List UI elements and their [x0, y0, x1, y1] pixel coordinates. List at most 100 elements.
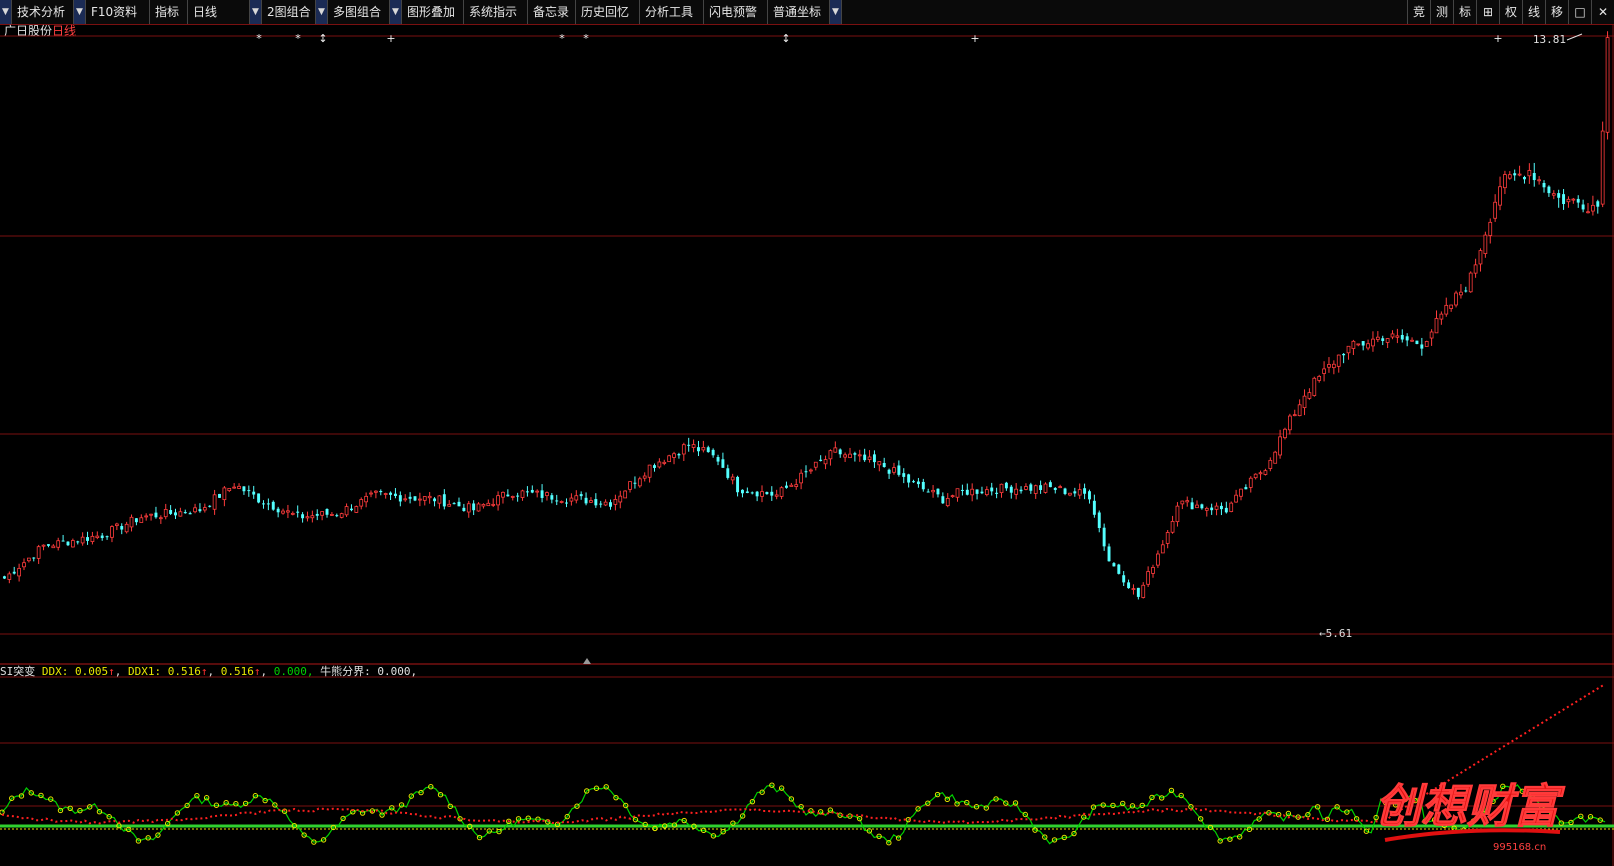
toolbar-item-13[interactable]: 普通坐标: [768, 0, 830, 24]
candle-body: [574, 495, 579, 501]
candle-body: [208, 505, 212, 507]
candle-body: [149, 513, 153, 516]
candle-body: [931, 489, 935, 493]
event-marker[interactable]: *: [256, 32, 262, 45]
candle-body: [212, 494, 217, 510]
toolbar-right-button-7[interactable]: 移: [1545, 0, 1568, 24]
candle-body: [1073, 491, 1077, 494]
toolbar-item-12[interactable]: 闪电预警: [704, 0, 768, 24]
candle-body: [506, 494, 510, 497]
candle-body: [17, 568, 21, 577]
toolbar-right-button-9[interactable]: ✕: [1591, 0, 1614, 24]
indicator-chart[interactable]: [0, 665, 1614, 866]
toolbar-item-8[interactable]: 系统指示: [464, 0, 528, 24]
candle-body: [569, 497, 574, 502]
toolbar-dropdown-arrow-icon[interactable]: ▼: [830, 0, 842, 24]
candle-body: [1586, 211, 1590, 214]
candle-body: [1141, 584, 1146, 598]
candle-body: [1464, 290, 1468, 292]
toolbar-item-11[interactable]: 分析工具: [640, 0, 704, 24]
candle-body: [129, 516, 134, 528]
toolbar-item-6[interactable]: 多图组合: [328, 0, 390, 24]
candle-body: [1331, 363, 1336, 369]
candle-body: [46, 544, 50, 546]
event-marker[interactable]: *: [295, 32, 301, 45]
candle-body: [120, 526, 124, 530]
candle-body: [848, 453, 852, 459]
toolbar-leading-arrow-icon[interactable]: ▼: [0, 0, 12, 24]
candle-body: [559, 501, 564, 503]
candle-body: [1547, 186, 1551, 194]
candle-body: [525, 491, 529, 493]
candle-body: [1248, 477, 1253, 488]
candle-body: [198, 509, 202, 512]
event-marker[interactable]: +: [386, 32, 395, 45]
cursor-triangle-icon: [583, 658, 591, 664]
toolbar-item-5[interactable]: 2图组合: [262, 0, 316, 24]
candle-body: [716, 457, 720, 462]
candle-body: [613, 499, 618, 505]
candle-body: [364, 495, 368, 503]
toolbar-right-button-8[interactable]: □: [1568, 0, 1591, 24]
toolbar-right-button-2[interactable]: 测: [1430, 0, 1453, 24]
event-marker[interactable]: *: [559, 32, 565, 45]
candle-body: [413, 496, 417, 501]
candle-body: [1127, 582, 1131, 589]
candle-body: [1039, 485, 1043, 491]
toolbar-right-button-5[interactable]: 权: [1499, 0, 1522, 24]
candle-body: [637, 478, 642, 487]
candle-body: [823, 459, 828, 465]
toolbar-item-7[interactable]: 图形叠加: [402, 0, 464, 24]
candle-body: [383, 493, 388, 495]
candle-body: [794, 484, 799, 487]
candle-body: [1131, 588, 1136, 590]
candle-body: [496, 495, 500, 506]
toolbar-dropdown-arrow-icon[interactable]: ▼: [74, 0, 86, 24]
toolbar-item-3[interactable]: 指标: [150, 0, 188, 24]
candle-body: [1263, 470, 1268, 475]
candle-body: [681, 444, 686, 455]
candle-body: [980, 491, 984, 494]
toolbar-item-1[interactable]: 技术分析: [12, 0, 74, 24]
candle-body: [32, 557, 36, 559]
toolbar-item-9[interactable]: 备忘录: [528, 0, 576, 24]
toolbar-item-10[interactable]: 历史回忆: [576, 0, 640, 24]
toolbar-right-button-6[interactable]: 线: [1522, 0, 1545, 24]
event-marker[interactable]: +: [970, 32, 979, 45]
toolbar-item-4[interactable]: 日线: [188, 0, 250, 24]
candle-body: [1473, 264, 1478, 274]
candle-body: [667, 455, 672, 463]
candle-body: [56, 540, 61, 548]
candle-body: [1390, 333, 1395, 338]
candle-body: [1014, 488, 1019, 495]
toolbar-right-button-4[interactable]: ⊞: [1476, 0, 1499, 24]
candle-body: [169, 510, 173, 514]
toolbar-dropdown-arrow-icon[interactable]: ▼: [390, 0, 402, 24]
candle-body: [188, 513, 192, 515]
candle-body: [1058, 486, 1063, 489]
candle-body: [853, 453, 857, 455]
toolbar-dropdown-arrow-icon[interactable]: ▼: [250, 0, 262, 24]
candle-body: [843, 454, 847, 458]
candle-body: [1009, 486, 1013, 493]
toolbar-item-2[interactable]: F10资料: [86, 0, 150, 24]
toolbar-right-button-3[interactable]: 标: [1453, 0, 1476, 24]
candle-body: [897, 465, 901, 475]
candle-body: [1175, 505, 1180, 523]
candle-body: [872, 454, 876, 463]
event-marker[interactable]: ↕: [781, 32, 790, 45]
price-chart[interactable]: 13.81 ←5.61 * * ↕ + * * ↕ + +: [0, 24, 1614, 665]
toolbar-dropdown-arrow-icon[interactable]: ▼: [316, 0, 328, 24]
candle-body: [799, 472, 803, 484]
candle-body: [510, 495, 515, 498]
candle-body: [1278, 436, 1282, 456]
event-marker[interactable]: ↕: [318, 32, 327, 45]
event-marker[interactable]: *: [583, 32, 589, 45]
candle-body: [945, 498, 950, 507]
candle-body: [320, 511, 325, 516]
event-marker[interactable]: +: [1493, 32, 1502, 45]
toolbar-right-button-1[interactable]: 竞: [1407, 0, 1430, 24]
candle-body: [476, 503, 481, 512]
candle-body: [281, 510, 285, 514]
candle-body: [1292, 414, 1297, 417]
